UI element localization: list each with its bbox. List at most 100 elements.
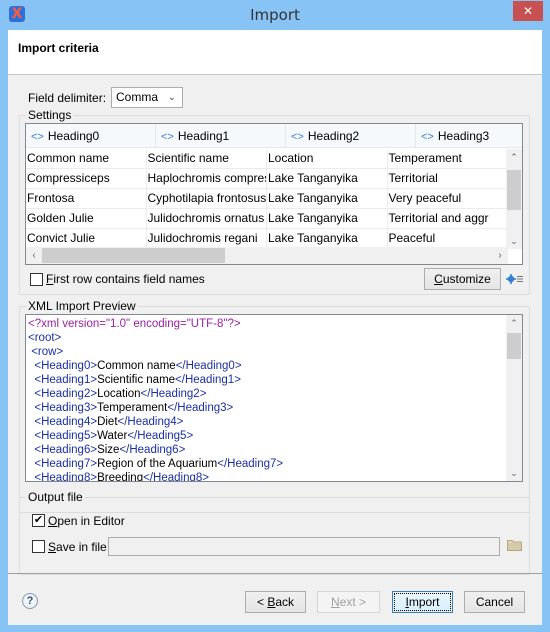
table-vertical-scrollbar[interactable]: ⌃ ⌄ (506, 149, 522, 249)
close-button[interactable]: ✕ (513, 1, 543, 21)
back-button[interactable]: < Back (245, 591, 306, 613)
table-row[interactable]: Golden Julie Julidochromis ornatus Lake Ta… (26, 209, 508, 229)
xml-text: Size (97, 444, 120, 456)
field-delimiter-value: Comma (116, 90, 159, 104)
first-row-field-names-checkbox[interactable] (30, 273, 43, 286)
xml-line: <Heading4>Diet</Heading4> (28, 415, 283, 429)
column-header-label: Heading1 (177, 129, 230, 143)
xml-tag: </Heading0> (175, 360, 242, 372)
table-cell: Haplochromis compressi... (147, 169, 267, 188)
xml-tag: <Heading3> (34, 402, 98, 414)
scroll-up-icon[interactable]: ⌃ (506, 149, 522, 165)
next-button[interactable]: Next > (317, 591, 380, 613)
column-header-label: Heading3 (437, 129, 490, 143)
xml-text: Region of the Aquarium (97, 458, 218, 470)
scroll-thumb[interactable] (42, 248, 225, 263)
column-header-heading2[interactable]: <> Heading2 (286, 124, 416, 148)
column-header-heading3[interactable]: <> Heading3 (416, 124, 522, 148)
xml-line: <Heading8>Breeding</Heading8> (28, 471, 283, 482)
xml-line: <row> (28, 345, 283, 359)
scroll-thumb[interactable] (507, 170, 521, 211)
xml-line: <root> (28, 331, 283, 345)
table-cell: Territorial (388, 169, 508, 188)
save-file-path-input[interactable] (108, 537, 500, 556)
settings-legend: Settings (26, 108, 74, 122)
xml-tag: </Heading2> (140, 388, 207, 400)
import-button-label: Import (394, 593, 451, 611)
chevron-down-icon: ⌄ (167, 92, 176, 103)
open-in-editor-label[interactable]: Open in Editor (48, 514, 125, 528)
cancel-button[interactable]: Cancel (464, 591, 525, 613)
scroll-down-icon[interactable]: ⌄ (506, 233, 522, 249)
table-row[interactable]: Frontosa Cyphotilapia frontosus Lake Tanga… (26, 189, 508, 209)
table-cell: Lake Tanganyika (267, 209, 388, 228)
table-cell: Julidochromis regani (147, 229, 267, 248)
column-header-heading1[interactable]: <> Heading1 (156, 124, 286, 148)
table-body: Common name Scientific name Location Temper… (26, 149, 508, 249)
output-file-legend: Output file (26, 490, 85, 504)
save-in-file-checkbox[interactable] (32, 540, 45, 553)
xml-line: <Heading0>Common name</Heading0> (28, 359, 283, 373)
xml-text: Temperament (97, 402, 168, 414)
table-cell: Lake Tanganyika (267, 189, 388, 208)
column-header-heading0[interactable]: <> Heading0 (26, 124, 156, 148)
xml-preview-pane[interactable]: <?xml version="1.0" encoding="UTF-8"?> <r… (25, 314, 523, 482)
output-file-group (19, 497, 530, 575)
table-cell: Frontosa (26, 189, 147, 208)
save-in-file-label[interactable]: Save in file (48, 540, 107, 554)
xml-tag: <Heading5> (34, 430, 98, 442)
xml-tag-icon: <> (421, 131, 434, 143)
table-row[interactable]: Convict Julie Julidochromis regani Lake Ta… (26, 229, 508, 249)
xml-text: Water (97, 430, 128, 442)
xml-declaration: <?xml version="1.0" encoding="UTF-8"?> (28, 318, 241, 330)
xml-tag: <Heading7> (34, 458, 98, 470)
help-icon[interactable]: ? (22, 593, 38, 609)
table-cell: Cyphotilapia frontosus (147, 189, 267, 208)
column-header-label: Heading2 (307, 129, 360, 143)
table-cell: Common name (26, 149, 147, 168)
footer-divider (8, 573, 542, 574)
page-title: Import criteria (18, 41, 99, 55)
customize-button[interactable]: Customize (424, 268, 501, 290)
scroll-left-icon[interactable]: ‹ (26, 247, 42, 264)
table-cell: Territorial and aggr (388, 209, 508, 228)
window-title: Import (250, 6, 300, 24)
xml-line: <Heading2>Location</Heading2> (28, 387, 283, 401)
title-bar: X Import ✕ (0, 0, 550, 31)
column-header-label: Heading0 (47, 129, 100, 143)
xml-tag: </Heading4> (117, 416, 184, 428)
scroll-thumb[interactable] (507, 333, 521, 359)
xml-tag: </Heading6> (119, 444, 186, 456)
scroll-right-icon[interactable]: › (492, 247, 508, 264)
xml-tag: <Heading4> (34, 416, 98, 428)
xml-tag: <row> (31, 346, 64, 358)
xml-line: <Heading6>Size</Heading6> (28, 443, 283, 457)
table-horizontal-scrollbar[interactable]: ‹ › (26, 247, 508, 264)
table-cell: Golden Julie (26, 209, 147, 228)
table-cell: Temperament (388, 149, 508, 168)
open-in-editor-checkbox[interactable]: ✔ (32, 514, 45, 527)
table-row[interactable]: CompressicepsHaplochromis compressi...La… (26, 169, 508, 189)
xml-tag: <Heading8> (34, 472, 98, 482)
folder-icon[interactable] (507, 539, 522, 551)
scroll-down-icon[interactable]: ⌄ (506, 465, 522, 481)
field-delimiter-select[interactable]: Comma ⌄ (111, 87, 183, 108)
xml-tag: </Heading3> (167, 402, 234, 414)
xml-tag: <root> (28, 332, 62, 344)
table-row[interactable]: Common name Scientific name Location Temper… (26, 149, 508, 169)
table-cell: Peaceful (388, 229, 508, 248)
xml-text: Diet (97, 416, 118, 428)
xml-vertical-scrollbar[interactable]: ⌃ ⌄ (506, 315, 522, 481)
xml-line: <Heading3>Temperament</Heading3> (28, 401, 283, 415)
table-cell: Location (267, 149, 388, 168)
xml-tag: </Heading8> (143, 472, 209, 482)
dialog-header: Import criteria (8, 30, 542, 75)
xml-tag: </Heading5> (127, 430, 194, 442)
xml-text: Scientific name (97, 374, 176, 386)
scroll-up-icon[interactable]: ⌃ (506, 315, 522, 331)
first-row-field-names-label[interactable]: First row contains field names (46, 272, 205, 286)
gear-settings-icon[interactable] (506, 273, 524, 285)
xml-line: <Heading7>Region of the Aquarium</Headin… (28, 457, 283, 471)
xml-tag-icon: <> (161, 131, 174, 143)
import-button[interactable]: Import (392, 591, 453, 613)
